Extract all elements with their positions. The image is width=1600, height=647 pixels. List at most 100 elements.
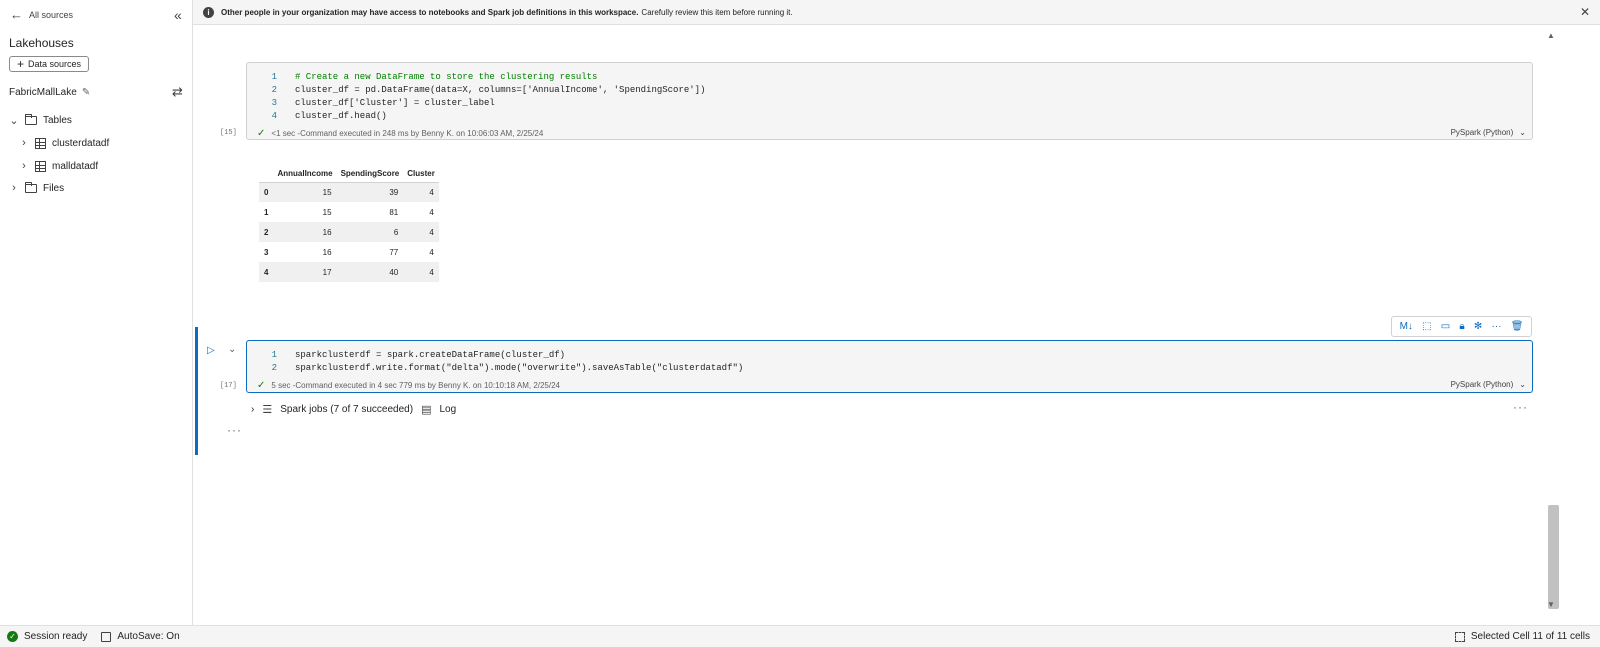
more-options-icon[interactable]: ··· bbox=[227, 423, 242, 437]
switch-lakehouse-icon[interactable]: ⇄ bbox=[172, 84, 183, 100]
tree-item-clusterdatadf[interactable]: › clusterdatadf bbox=[19, 137, 109, 149]
table-cell: 4 bbox=[403, 182, 439, 202]
tree-item-tables[interactable]: ⌄ Tables bbox=[9, 114, 72, 127]
arrow-left-icon: ← bbox=[10, 7, 23, 22]
delete-icon[interactable]: 🗑︎ bbox=[1511, 321, 1524, 332]
chevron-down-icon: ⌄ bbox=[1519, 380, 1526, 389]
edit-cell-icon[interactable]: ⬚ bbox=[1422, 321, 1431, 332]
info-icon: i bbox=[203, 6, 214, 18]
spark-jobs-label[interactable]: Spark jobs (7 of 7 succeeded) bbox=[280, 404, 413, 415]
banner-text: Carefully review this item before runnin… bbox=[641, 7, 793, 17]
chevron-down-icon[interactable]: ⌄ bbox=[228, 344, 236, 355]
execution-status-text: <1 sec -Command executed in 248 ms by Be… bbox=[271, 129, 544, 138]
chevron-down-icon: ⌄ bbox=[9, 115, 19, 127]
comment-icon[interactable]: ▭ bbox=[1441, 321, 1450, 332]
scroll-up-icon[interactable]: ▲ bbox=[1547, 31, 1555, 40]
lakehouse-name[interactable]: FabricMallLake ✎ bbox=[9, 87, 90, 98]
table-cell: 17 bbox=[273, 262, 337, 282]
all-sources-link[interactable]: ← All sources bbox=[10, 8, 73, 21]
table-cell: 16 bbox=[322, 247, 332, 257]
lakehouse-name-label: FabricMallLake bbox=[9, 87, 77, 98]
spark-jobs-row: › ☰ Spark jobs (7 of 7 succeeded) ▤ Log bbox=[251, 403, 456, 416]
more-options-icon[interactable]: ··· bbox=[1513, 400, 1528, 414]
selection-icon bbox=[1454, 631, 1465, 642]
table-row: 2 16 6 4 bbox=[259, 222, 439, 242]
execution-count: [17] bbox=[220, 382, 237, 390]
chevron-right-icon[interactable]: › bbox=[251, 404, 254, 415]
cell-toolbar: M↓ ⬚ ▭ 🔒︎ ✻ ··· 🗑︎ bbox=[1391, 316, 1532, 337]
tree-item-files[interactable]: › Files bbox=[9, 181, 64, 194]
column-header: SpendingScore bbox=[336, 165, 404, 183]
run-cell-icon[interactable]: ▷ bbox=[207, 345, 215, 356]
markdown-toggle-icon[interactable]: M↓ bbox=[1400, 321, 1413, 332]
scroll-down-icon[interactable]: ▼ bbox=[1547, 600, 1555, 609]
more-options-icon[interactable]: ··· bbox=[1492, 321, 1502, 332]
language-label: PySpark (Python) bbox=[1450, 128, 1514, 137]
table-row: 1 15 81 4 bbox=[259, 202, 439, 222]
autosave-text: AutoSave: On bbox=[117, 631, 180, 642]
table-cell: 3 bbox=[264, 247, 269, 257]
table-row: 3 16 77 4 bbox=[259, 242, 439, 262]
table-cell: 39 bbox=[336, 182, 404, 202]
list-icon: ☰ bbox=[262, 404, 273, 416]
table-name: malldatadf bbox=[52, 160, 99, 172]
all-sources-label: All sources bbox=[29, 9, 74, 20]
table-cell: 40 bbox=[336, 262, 404, 282]
table-cell: 16 bbox=[273, 222, 337, 242]
table-cell: 4 bbox=[429, 207, 434, 217]
checkmark-icon: ✓ bbox=[257, 128, 266, 139]
collapse-sidebar-icon[interactable]: « bbox=[174, 7, 182, 23]
code-cell[interactable]: 1 # Create a new DataFrame to store the … bbox=[246, 62, 1533, 140]
code-line: 4 cluster_df.head() bbox=[271, 111, 387, 121]
log-icon: ▤ bbox=[421, 404, 432, 416]
table-header-row: AnnualIncome SpendingScore Cluster bbox=[259, 165, 439, 183]
cell-status: ✓ 5 sec -Command executed in 4 sec 779 m… bbox=[257, 380, 560, 391]
table-cell: 6 bbox=[336, 222, 404, 242]
security-banner: i Other people in your organization may … bbox=[193, 0, 1600, 25]
column-header: Cluster bbox=[403, 165, 439, 183]
code-line: 3 cluster_df['Cluster'] = cluster_label bbox=[271, 98, 495, 108]
banner-bold-text: Other people in your organization may ha… bbox=[221, 7, 639, 17]
language-selector[interactable]: PySpark (Python) ⌄ bbox=[1451, 380, 1526, 389]
notebook-app: ← All sources « Lakehouses + Data source… bbox=[0, 0, 1600, 647]
code-line: 2 cluster_df = pd.DataFrame(data=X, colu… bbox=[271, 85, 706, 95]
chevron-right-icon: › bbox=[22, 160, 26, 172]
data-sources-button[interactable]: + Data sources bbox=[9, 56, 90, 72]
active-cell-indicator bbox=[195, 327, 198, 455]
table-icon bbox=[35, 137, 46, 149]
pin-icon[interactable]: ✎ bbox=[82, 87, 90, 98]
explorer-sidebar: ← All sources « Lakehouses + Data source… bbox=[0, 0, 193, 625]
table-row: 0 15 39 4 bbox=[259, 182, 439, 202]
folder-icon bbox=[25, 114, 37, 125]
table-cell: 15 bbox=[322, 207, 332, 217]
scrollbar-thumb[interactable] bbox=[1548, 505, 1559, 609]
table-cell: 4 bbox=[259, 262, 274, 282]
freeze-icon[interactable]: ✻ bbox=[1474, 321, 1482, 332]
chevron-right-icon: › bbox=[12, 182, 16, 194]
table-cell: 77 bbox=[389, 247, 399, 257]
selected-cell-text: Selected Cell 11 of 11 cells bbox=[1470, 631, 1590, 642]
table-cell: 4 bbox=[429, 247, 434, 257]
language-selector[interactable]: PySpark (Python) ⌄ bbox=[1451, 128, 1526, 137]
lock-icon[interactable]: 🔒︎ bbox=[1459, 321, 1464, 332]
table-row: 4 17 40 4 bbox=[259, 262, 439, 282]
dataframe-output-table: AnnualIncome SpendingScore Cluster 0 15 … bbox=[259, 165, 439, 282]
execution-count: [15] bbox=[220, 129, 237, 137]
code-cell-active[interactable]: 1 sparkclusterdf = spark.createDataFrame… bbox=[246, 340, 1533, 393]
tree-item-malldatadf[interactable]: › malldatadf bbox=[19, 160, 98, 172]
plus-icon: + bbox=[17, 57, 25, 71]
column-header bbox=[259, 165, 274, 183]
close-icon[interactable]: ✕ bbox=[1580, 5, 1590, 19]
lakehouses-title: Lakehouses bbox=[9, 36, 74, 50]
table-cell: 1 bbox=[264, 207, 269, 217]
folder-icon bbox=[25, 181, 37, 193]
table-cell: 15 bbox=[273, 182, 337, 202]
checkmark-circle-icon: ✓ bbox=[7, 631, 18, 642]
status-bar: ✓ Session ready AutoSave: On Selected Ce… bbox=[0, 625, 1600, 647]
log-link[interactable]: Log bbox=[439, 404, 456, 415]
execution-status-text: 5 sec -Command executed in 4 sec 779 ms … bbox=[271, 381, 561, 390]
selected-cell-status: Selected Cell 11 of 11 cells bbox=[1454, 631, 1590, 642]
autosave-status[interactable]: AutoSave: On bbox=[101, 631, 180, 642]
save-icon bbox=[101, 631, 112, 642]
session-status[interactable]: ✓ Session ready bbox=[7, 631, 87, 642]
